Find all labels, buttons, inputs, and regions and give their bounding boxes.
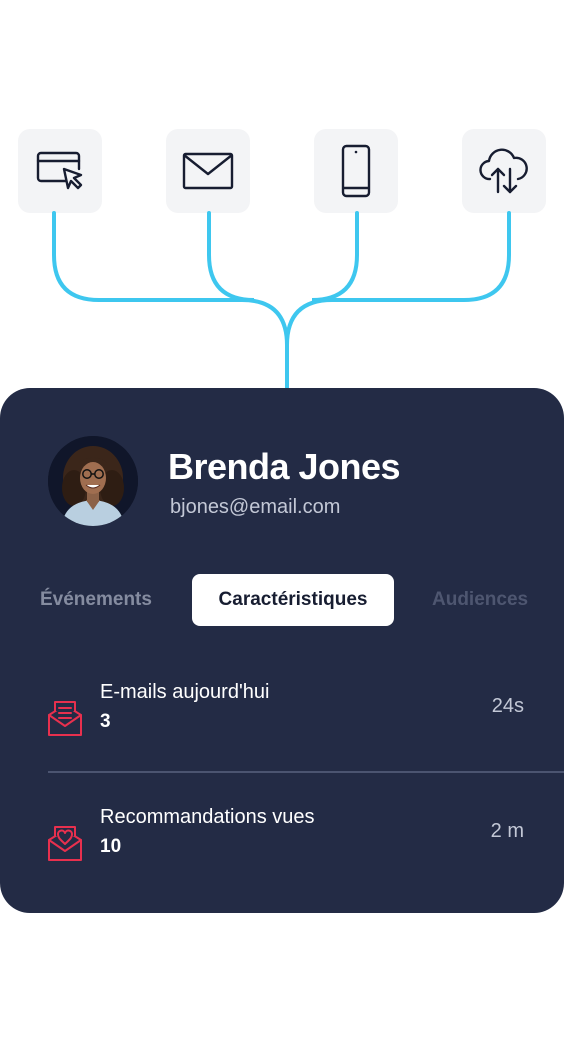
row-value: 3 [100,711,111,732]
heart-mail-icon [48,826,82,861]
connector-lines [52,211,511,392]
list-item: E-mails aujourd'hui 3 24s [0,681,564,761]
profile-card: Brenda Jones bjones@email.com Événements… [0,388,564,913]
avatar [48,436,138,526]
list-item: Recommandations vues 10 2 m [0,806,564,886]
row-time: 2 m [490,820,524,842]
tab-caracteristiques[interactable]: Caractéristiques [192,574,394,626]
row-value: 10 [100,836,122,857]
email-open-icon [48,701,82,736]
divider [48,771,564,773]
tab-evenements[interactable]: Événements [40,574,152,626]
tab-audiences[interactable]: Audiences [432,574,530,626]
profile-email: bjones@email.com [170,496,341,518]
row-label: Recommandations vues [100,806,315,828]
row-label: E-mails aujourd'hui [100,681,270,703]
row-time: 24s [491,695,524,717]
profile-name: Brenda Jones [168,446,401,487]
tab-bar: Événements Caractéristiques Audiences [0,574,564,626]
